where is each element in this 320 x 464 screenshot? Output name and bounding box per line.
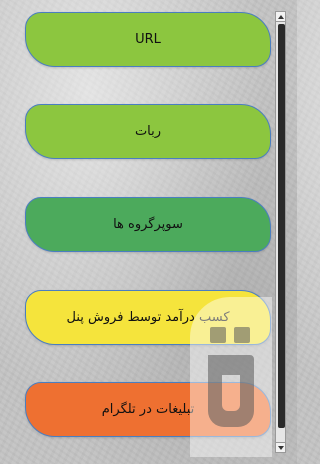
scroll-up-button[interactable] bbox=[275, 11, 286, 22]
menu-item-label: URL bbox=[135, 32, 161, 47]
menu-item-supergroups[interactable]: سوپرگروه ها bbox=[25, 197, 271, 252]
menu-item-url[interactable]: URL bbox=[25, 12, 271, 67]
scroll-down-button[interactable] bbox=[275, 442, 286, 453]
menu-item-bot[interactable]: ربات bbox=[25, 104, 271, 159]
arrow-down-icon bbox=[277, 445, 284, 450]
menu-item-label: سوپرگروه ها bbox=[113, 217, 183, 232]
menu-item-label: ربات bbox=[134, 124, 162, 139]
scroll-thumb[interactable] bbox=[278, 24, 285, 428]
watermark-badge bbox=[190, 297, 272, 457]
scrollbar[interactable] bbox=[275, 11, 286, 453]
scroll-track[interactable] bbox=[275, 22, 286, 442]
arrow-up-icon bbox=[277, 14, 284, 19]
menu-item-label: تبلیغات در تلگرام bbox=[101, 402, 195, 417]
watermark-logo-icon bbox=[208, 327, 254, 427]
